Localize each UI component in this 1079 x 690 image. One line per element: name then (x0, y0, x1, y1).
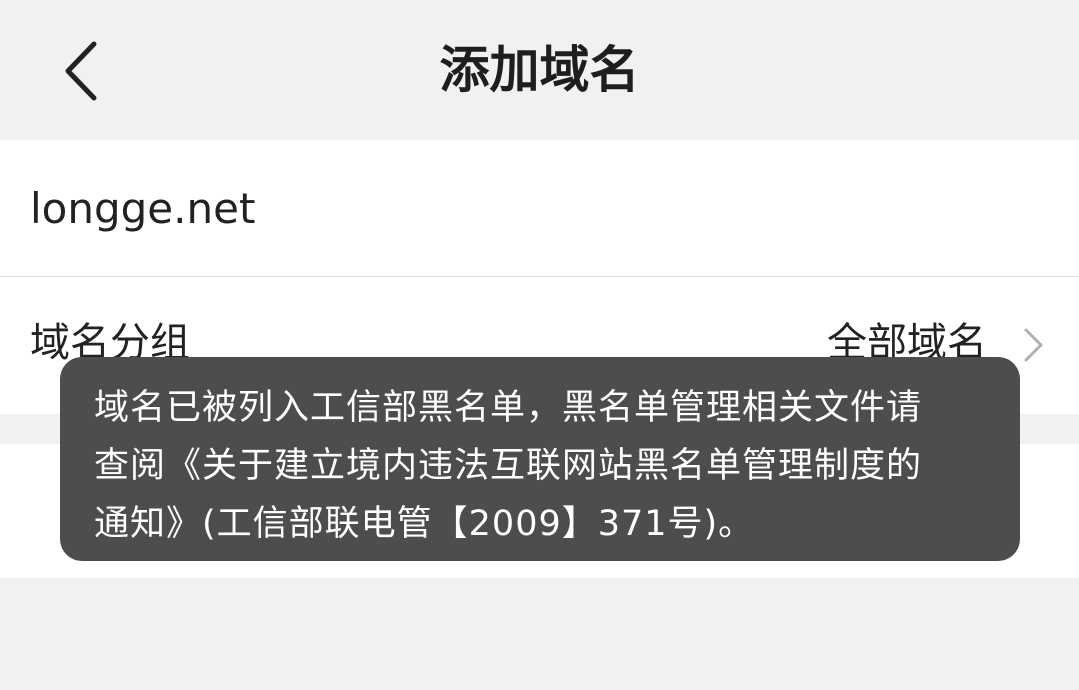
toast-line: 查阅《关于建立境内违法互联网站黑名单管理制度的 (94, 446, 923, 486)
domain-input-row (0, 140, 1079, 277)
nav-bar: 添加域名 (0, 0, 1079, 140)
toast-line: 域名已被列入工信部黑名单，黑名单管理相关文件请 (94, 388, 923, 428)
chevron-right-icon (1024, 328, 1043, 362)
domain-input[interactable] (30, 178, 1030, 238)
toast-line: 通知》(工信部联电管【2009】371号)。 (94, 504, 755, 544)
page-title: 添加域名 (439, 41, 640, 99)
blacklist-toast: 域名已被列入工信部黑名单，黑名单管理相关文件请 查阅《关于建立境内违法互联网站黑… (60, 357, 1020, 561)
